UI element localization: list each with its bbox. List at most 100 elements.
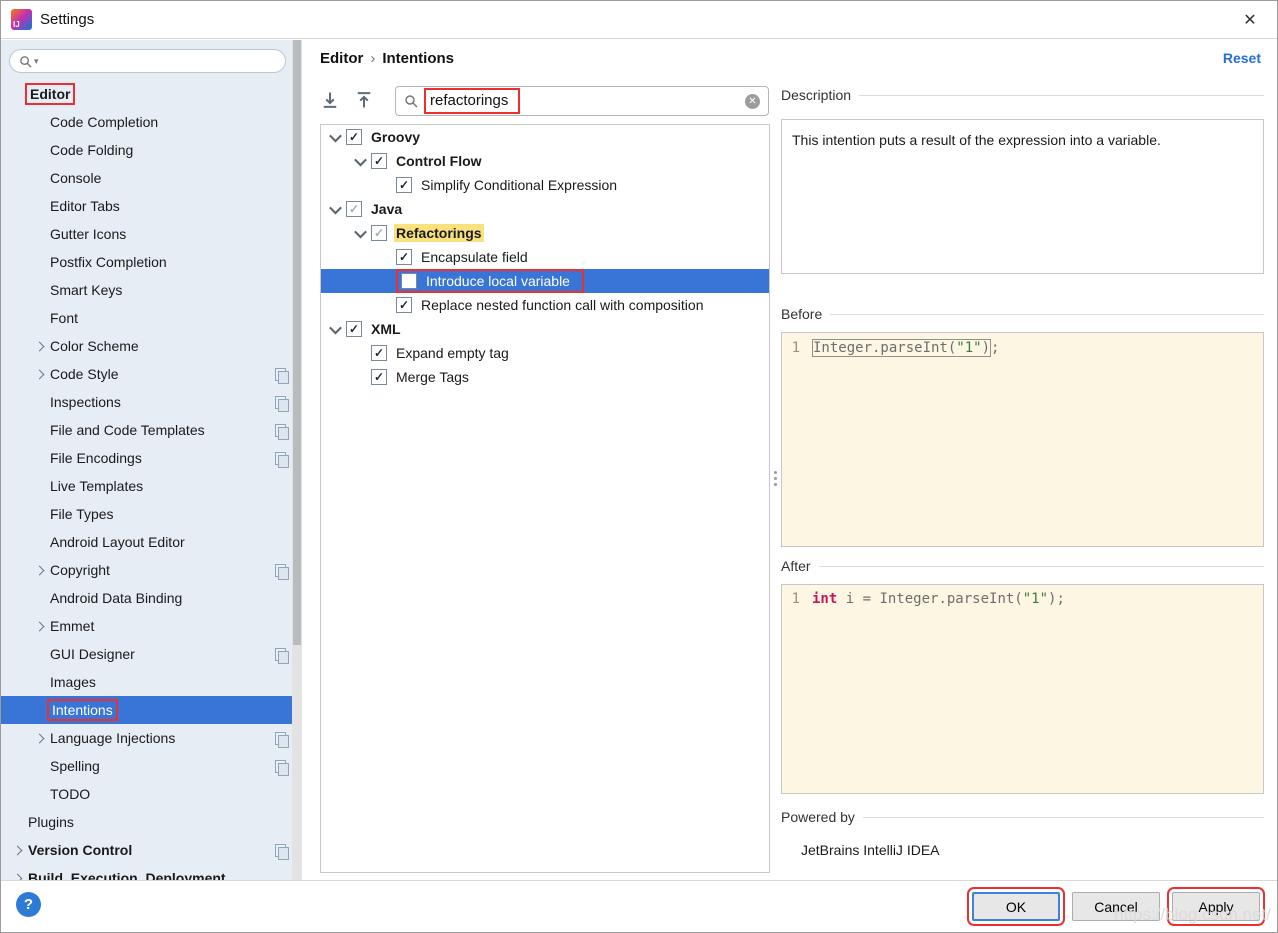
sidebar-item-images[interactable]: Images [1,668,302,696]
checkbox-checked[interactable]: ✓ [346,321,362,337]
sidebar-item-code-folding[interactable]: Code Folding [1,136,302,164]
sidebar-item-label: Images [50,674,96,690]
intention-row-groovy[interactable]: ✓ Groovy [321,125,769,149]
sidebar-item-postfix-completion[interactable]: Postfix Completion [1,248,302,276]
chevron-down-icon[interactable] [350,153,371,166]
sidebar-item-build-execution-deployment[interactable]: Build, Execution, Deployment [1,864,302,880]
sidebar-item-label: Smart Keys [50,282,123,298]
sidebar-item-intentions[interactable]: Intentions [1,696,302,724]
breadcrumb-page: Intentions [382,50,455,67]
before-code-line: 1 Integer.parseInt("1"); [782,337,1263,359]
chevron-down-icon[interactable] [325,201,346,214]
sidebar-item-emmet[interactable]: Emmet [1,612,302,640]
sidebar-item-file-encodings[interactable]: File Encodings [1,444,302,472]
sidebar-item-gui-designer[interactable]: GUI Designer [1,640,302,668]
splitter-handle[interactable] [771,465,779,491]
close-icon[interactable]: ✕ [1233,10,1267,30]
sidebar-item-android-layout-editor[interactable]: Android Layout Editor [1,528,302,556]
intention-label: Java [371,201,403,217]
sidebar-item-plugins[interactable]: Plugins [1,808,302,836]
sidebar-item-android-data-binding[interactable]: Android Data Binding [1,584,302,612]
sidebar-item-label: Version Control [28,842,133,858]
checkbox-checked[interactable]: ✓ [371,345,387,361]
sidebar-item-label: Emmet [50,618,95,634]
intention-row-encapsulate-field[interactable]: ✓ Encapsulate field [321,245,769,269]
cancel-button[interactable]: Cancel [1072,892,1160,921]
button-row: OK Cancel Apply [967,887,1265,926]
scrollbar-thumb[interactable] [293,40,301,645]
help-icon[interactable]: ? [16,892,41,917]
collapse-all-icon[interactable] [354,90,374,110]
expand-all-icon[interactable] [320,90,340,110]
ok-button[interactable]: OK [967,887,1065,926]
sidebar-item-todo[interactable]: TODO [1,780,302,808]
before-section-header: Before [781,306,1264,322]
chevron-right-icon[interactable] [31,565,47,575]
breadcrumb-section[interactable]: Editor [320,50,363,67]
checkbox-partial[interactable]: ✓ [346,201,362,217]
sidebar-item-file-types[interactable]: File Types [1,500,302,528]
section-rule [818,565,1264,567]
intention-row-refactorings[interactable]: ✓ Refactorings [321,221,769,245]
sidebar-item-spelling[interactable]: Spelling [1,752,302,780]
reset-link[interactable]: Reset [1223,50,1261,66]
sidebar-item-code-style[interactable]: Code Style [1,360,302,388]
chevron-down-icon[interactable] [350,225,371,238]
sidebar-search-input[interactable]: ▾ [9,49,286,73]
intention-row-introduce-local-variable[interactable]: Introduce local variable [321,269,769,293]
sidebar-item-console[interactable]: Console [1,164,302,192]
chevron-right-icon[interactable] [31,733,47,743]
checkbox-checked[interactable]: ✓ [396,177,412,193]
sidebar-item-smart-keys[interactable]: Smart Keys [1,276,302,304]
search-history-caret-icon[interactable]: ▾ [34,56,39,67]
checkbox-group: ✓ Replace nested function call with compo… [396,293,706,317]
sidebar-item-label: Intentions [47,699,118,721]
sidebar-item-label: Spelling [50,758,100,774]
chevron-right-icon[interactable] [31,341,47,351]
after-section-header: After [781,558,1264,574]
sidebar-item-editor-tabs[interactable]: Editor Tabs [1,192,302,220]
intention-row-merge-tags[interactable]: ✓ Merge Tags [321,365,769,389]
sidebar-item-label: Live Templates [50,478,144,494]
chevron-right-icon[interactable] [9,845,25,855]
sidebar-item-file-and-code-templates[interactable]: File and Code Templates [1,416,302,444]
intention-row-replace-nested-function-call-with-composition[interactable]: ✓ Replace nested function call with compo… [321,293,769,317]
sidebar-item-color-scheme[interactable]: Color Scheme [1,332,302,360]
sidebar-item-label: Gutter Icons [50,226,127,242]
sidebar-item-live-templates[interactable]: Live Templates [1,472,302,500]
sidebar-item-code-completion[interactable]: Code Completion [1,108,302,136]
checkbox-partial[interactable]: ✓ [371,225,387,241]
search-value[interactable]: refactorings [430,92,508,109]
intention-row-control-flow[interactable]: ✓ Control Flow [321,149,769,173]
sidebar-item-inspections[interactable]: Inspections [1,388,302,416]
before-label: Before [781,306,823,322]
breadcrumb-separator-icon: › [370,50,376,67]
sidebar-item-font[interactable]: Font [1,304,302,332]
sidebar-item-gutter-icons[interactable]: Gutter Icons [1,220,302,248]
checkbox-checked[interactable]: ✓ [371,369,387,385]
checkbox-checked[interactable]: ✓ [371,153,387,169]
intentions-search-input[interactable]: refactorings ✕ [395,86,769,116]
checkbox-checked[interactable]: ✓ [346,129,362,145]
sidebar-item-copyright[interactable]: Copyright [1,556,302,584]
intention-row-expand-empty-tag[interactable]: ✓ Expand empty tag [321,341,769,365]
chevron-down-icon[interactable] [325,129,346,142]
chevron-right-icon[interactable] [31,369,47,379]
intention-row-simplify-conditional-expression[interactable]: ✓ Simplify Conditional Expression [321,173,769,197]
intention-label: Expand empty tag [396,345,509,361]
apply-button[interactable]: Apply [1167,887,1265,926]
sidebar-scrollbar[interactable] [292,40,302,880]
intention-row-java[interactable]: ✓ Java [321,197,769,221]
chevron-down-icon[interactable] [325,321,346,334]
chevron-right-icon[interactable] [31,621,47,631]
sidebar-item-label: File Types [50,506,114,522]
checkbox-checked[interactable]: ✓ [396,249,412,265]
sidebar-item-editor[interactable]: Editor [1,80,302,108]
dialog-footer: ? OK Cancel Apply [1,880,1277,932]
intention-row-xml[interactable]: ✓ XML [321,317,769,341]
clear-search-icon[interactable]: ✕ [745,93,760,109]
checkbox-unchecked[interactable] [401,273,417,289]
sidebar-item-version-control[interactable]: Version Control [1,836,302,864]
checkbox-checked[interactable]: ✓ [396,297,412,313]
sidebar-item-language-injections[interactable]: Language Injections [1,724,302,752]
